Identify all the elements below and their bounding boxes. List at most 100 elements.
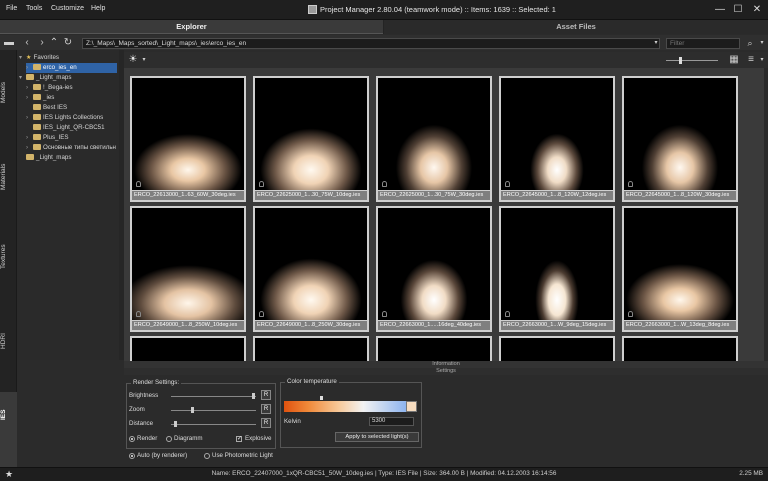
side-tab-ies[interactable]: IES (0, 392, 17, 468)
search-icon[interactable]: ⌕ (744, 37, 756, 49)
bulb-icon (136, 181, 141, 187)
kelvin-gradient[interactable] (284, 401, 406, 412)
tree-item-basic-types[interactable]: › Основные типы светильн (26, 143, 116, 153)
zoom-slider-thumb[interactable] (191, 407, 195, 413)
back-icon[interactable]: ‹ (21, 37, 33, 49)
ies-thumbnail-partial[interactable] (622, 336, 738, 361)
tree-item-bega-ies[interactable]: › !_Bega-ies (26, 83, 73, 93)
ies-thumbnail-partial[interactable] (130, 336, 246, 361)
diagramm-label: Diagramm (174, 435, 203, 442)
ies-thumbnail[interactable]: ERCO_22645000_1...8_120W_30deg.ies (622, 76, 738, 202)
distance-slider[interactable] (171, 424, 256, 425)
grid-scrollbar[interactable] (764, 68, 768, 361)
zoom-label: Zoom (129, 406, 145, 413)
explosive-checkbox[interactable]: ✓ (236, 436, 242, 442)
side-tab-textures[interactable]: Textures (0, 240, 17, 274)
bulb-icon (382, 311, 387, 317)
close-button[interactable]: ✕ (749, 3, 765, 17)
side-tab-materials[interactable]: Materials (0, 160, 17, 194)
auto-renderer-radio[interactable] (129, 453, 135, 459)
ies-thumbnail[interactable]: ERCO_22663000_1...W_13deg_8deg.ies (622, 206, 738, 332)
zoom-slider[interactable] (171, 410, 256, 411)
ies-preview-image (255, 78, 367, 190)
thumbnail-label: ERCO_22663000_1.....16deg_40deg.ies (378, 321, 490, 330)
grid-view-icon[interactable]: ▦ (728, 54, 740, 66)
minimize-button[interactable]: — (712, 3, 728, 17)
side-tab-hdri[interactable]: HDRI (0, 330, 17, 352)
diagramm-radio[interactable] (166, 436, 172, 442)
folder-icon (33, 94, 41, 100)
thumbnail-label: ERCO_22663000_1...W_13deg_8deg.ies (624, 321, 736, 330)
apply-to-selected-button[interactable]: Apply to selected light(s) (335, 432, 419, 442)
refresh-icon[interactable]: ↻ (62, 37, 74, 49)
photometric-radio[interactable] (204, 453, 210, 459)
ies-thumbnail-partial[interactable] (499, 336, 615, 361)
side-tab-models[interactable]: Models (0, 78, 17, 108)
light-dropdown-icon[interactable]: ▾ (138, 54, 150, 66)
ies-thumbnail[interactable]: ERCO_22663000_1...W_9deg_15deg.ies (499, 206, 615, 332)
tab-explorer[interactable]: Explorer (0, 20, 383, 34)
path-dropdown-icon[interactable]: ▾ (650, 37, 662, 49)
kelvin-label: Kelvin (284, 418, 301, 425)
distance-label: Distance (129, 420, 154, 427)
folder-icon (33, 134, 41, 140)
search-dropdown-icon[interactable]: ▾ (756, 37, 768, 49)
ies-thumbnail-partial[interactable] (253, 336, 369, 361)
zoom-reset-button[interactable]: R (261, 404, 271, 414)
maximize-button[interactable]: ☐ (730, 3, 746, 17)
folder-icon (26, 154, 34, 160)
ies-thumbnail[interactable]: ERCO_22613000_1..63_60W_30deg.ies (130, 76, 246, 202)
settings-panel-header[interactable]: Settings (124, 368, 768, 375)
brightness-slider[interactable] (171, 396, 256, 397)
menu-customize[interactable]: Customize (51, 5, 84, 12)
ies-thumbnail[interactable]: ERCO_22625000_1...30_75W_10deg.ies (253, 76, 369, 202)
bulb-icon (628, 311, 633, 317)
tree-item-erco-ies-en[interactable]: › erco_ies_en (26, 63, 117, 73)
ies-thumbnail[interactable]: ERCO_22649000_1...8_250W_30deg.ies (253, 206, 369, 332)
render-settings-title: Render Settings: (131, 379, 182, 386)
tree-item-ies-light-qr[interactable]: IES_Light_QR-CBC51 (26, 123, 105, 133)
render-radio[interactable] (129, 436, 135, 442)
filter-input[interactable]: Filter (666, 38, 740, 49)
ies-preview-image (501, 78, 613, 190)
window-title: Project Manager 2.80.04 (teamwork mode) … (320, 5, 556, 14)
sort-dropdown-icon[interactable]: ▾ (756, 54, 768, 66)
ies-thumbnail[interactable]: ERCO_22663000_1.....16deg_40deg.ies (376, 206, 492, 332)
tree-item-best-ies[interactable]: Best IES (26, 103, 67, 113)
tree-item-light-maps-2[interactable]: _Light_maps (19, 153, 71, 163)
ies-thumbnail[interactable]: ERCO_22649000_1...8_250W_10deg.ies (130, 206, 246, 332)
thumbnail-size-thumb[interactable] (679, 57, 682, 64)
menu-help[interactable]: Help (91, 5, 105, 12)
drive-icon[interactable]: ▬ (3, 37, 15, 49)
distance-reset-button[interactable]: R (261, 418, 271, 428)
tree-item-favorites[interactable]: ▾ ★ Favorites (19, 53, 59, 63)
thumbnail-label: ERCO_22645000_1...8_120W_12deg.ies (501, 191, 613, 200)
thumbnail-size-slider[interactable] (666, 60, 718, 61)
kelvin-marker[interactable] (320, 396, 323, 400)
star-icon: ★ (26, 54, 32, 61)
forward-icon[interactable]: › (36, 37, 48, 49)
ies-thumbnail-partial[interactable] (376, 336, 492, 361)
tree-item-plus-ies[interactable]: › Plus_IES (26, 133, 68, 143)
up-icon[interactable]: ⌃ (48, 37, 60, 49)
bulb-icon (259, 311, 264, 317)
kelvin-input[interactable]: 5300 (369, 417, 414, 426)
color-swatch (406, 401, 417, 412)
tree-item-ies[interactable]: › _ies (26, 93, 54, 103)
menu-tools[interactable]: Tools (26, 5, 42, 12)
tree-item-light-maps[interactable]: ▾ _Light_maps (19, 73, 71, 83)
folder-icon (33, 144, 41, 150)
distance-slider-thumb[interactable] (174, 421, 178, 427)
brightness-slider-thumb[interactable] (252, 393, 256, 399)
folder-icon (26, 74, 34, 80)
tree-item-ies-lights-collections[interactable]: › IES Lights Collections (26, 113, 103, 123)
tab-asset-files[interactable]: Asset Files (384, 20, 768, 34)
information-panel-header[interactable]: Information (124, 361, 768, 368)
ies-thumbnail[interactable]: ERCO_22645000_1...8_120W_12deg.ies (499, 76, 615, 202)
brightness-reset-button[interactable]: R (261, 390, 271, 400)
status-text: Name: ERCO_22407000_1xQR-CBC51_50W_10deg… (211, 470, 557, 477)
menu-file[interactable]: File (6, 5, 17, 12)
ies-thumbnail[interactable]: ERCO_22625000_1...30_75W_30deg.ies (376, 76, 492, 202)
ies-preview-image (624, 78, 736, 190)
path-input[interactable]: Z:\_Maps\_Maps_sorted\_Light_maps\_ies\e… (82, 38, 660, 49)
